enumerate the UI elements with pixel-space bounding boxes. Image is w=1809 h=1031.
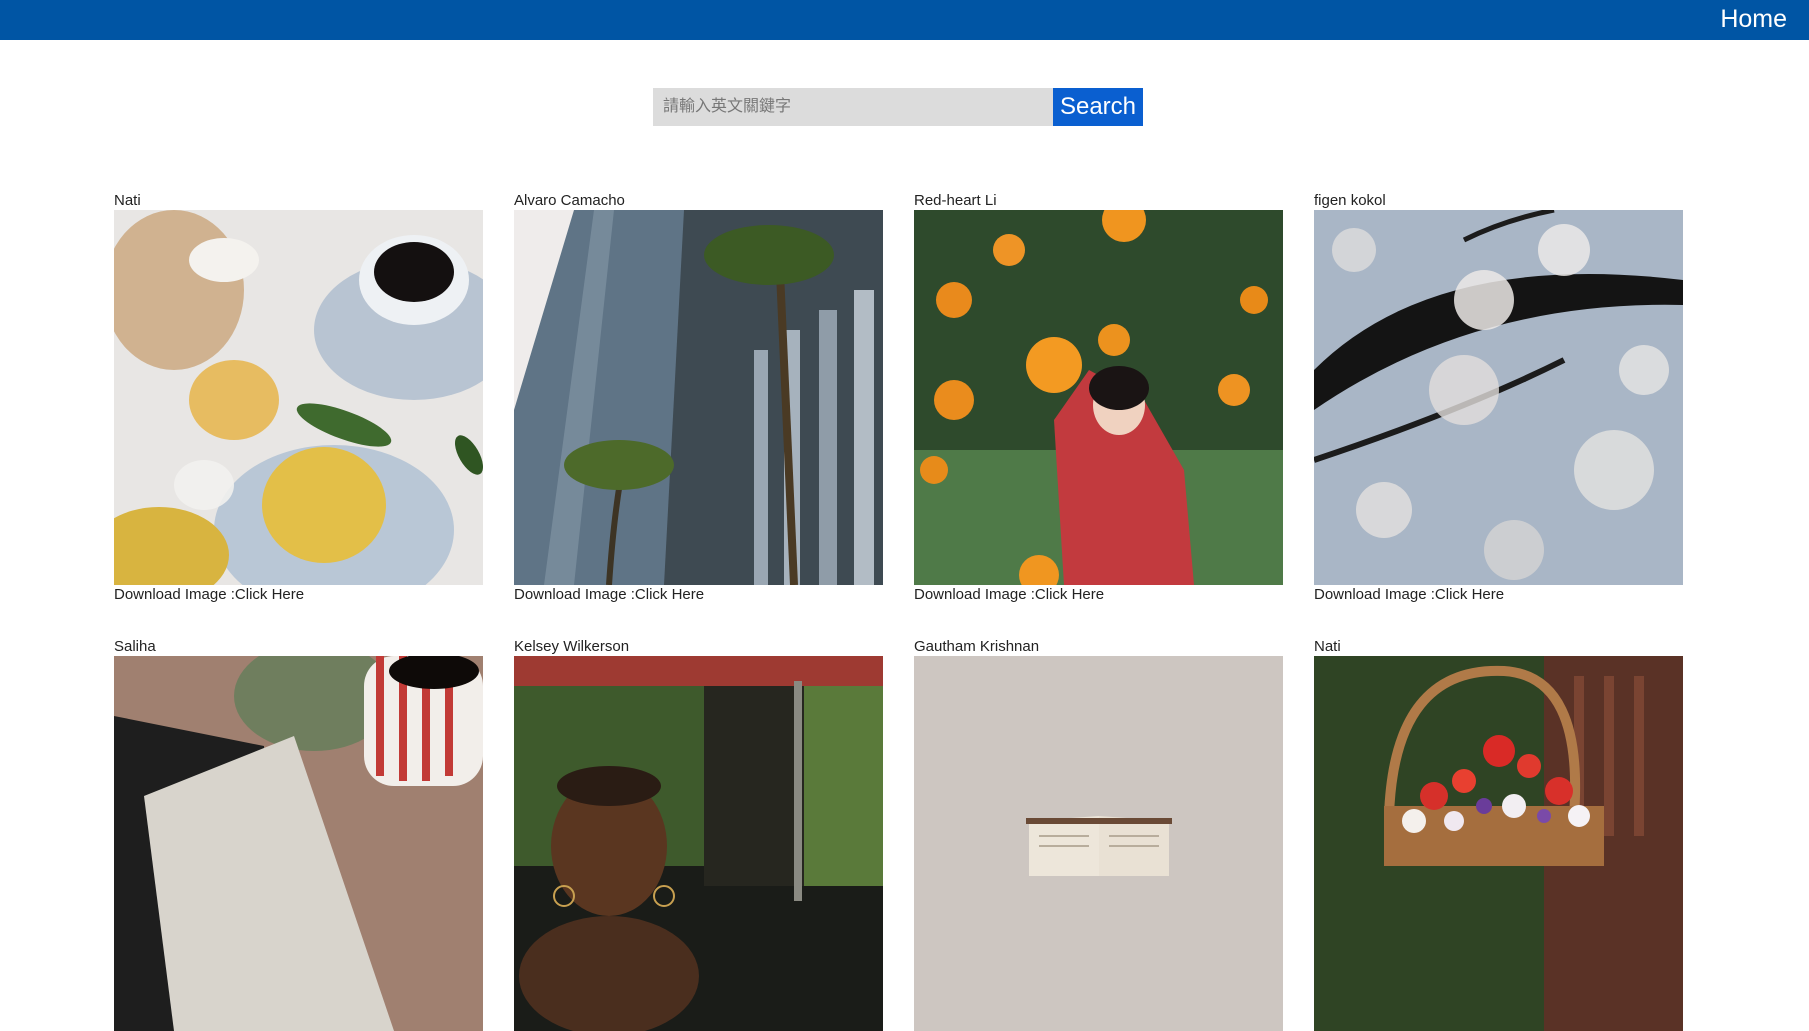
photo-image[interactable]: [1314, 656, 1683, 1031]
photo-card: Nati Download Image :Click Here: [114, 191, 483, 605]
photo-card: Nati: [1314, 637, 1683, 1031]
photo-card: Saliha: [114, 637, 483, 1031]
photo-author: Nati: [1314, 638, 1341, 655]
photo-card: Kelsey Wilkerson: [514, 637, 883, 1031]
photo-image[interactable]: [514, 210, 883, 585]
download-row: Download Image :Click Here: [914, 585, 1283, 605]
search-button[interactable]: Search: [1053, 88, 1143, 126]
photo-card: figen kokol Download Image :Click Here: [1314, 191, 1683, 605]
download-label: Download Image :: [114, 586, 235, 603]
photo-image[interactable]: [914, 210, 1283, 585]
photo-author: Kelsey Wilkerson: [514, 638, 630, 655]
search-input[interactable]: [653, 88, 1053, 126]
photo-author: Alvaro Camacho: [514, 192, 625, 209]
photo-image[interactable]: [1314, 210, 1683, 585]
download-row: Download Image :Click Here: [1314, 585, 1683, 605]
download-link[interactable]: Click Here: [235, 586, 304, 603]
home-link[interactable]: Home: [1720, 4, 1787, 34]
download-label: Download Image :: [914, 586, 1035, 603]
photo-author: Gautham Krishnan: [914, 638, 1040, 655]
top-nav-bar: Home: [0, 0, 1809, 40]
photo-author: Nati: [114, 192, 141, 209]
photo-author: figen kokol: [1314, 192, 1386, 209]
photo-image[interactable]: [114, 210, 483, 585]
photo-card: Alvaro Camacho Download Image :Click Her…: [514, 191, 883, 605]
photo-card: Red-heart Li Download Image :Click Here: [914, 191, 1283, 605]
photo-image[interactable]: [514, 656, 883, 1031]
download-label: Download Image :: [1314, 586, 1435, 603]
download-link[interactable]: Click Here: [1035, 586, 1104, 603]
photo-image[interactable]: [914, 656, 1283, 1031]
download-label: Download Image :: [514, 586, 635, 603]
search-form: Search: [653, 88, 1143, 126]
photo-author: Red-heart Li: [914, 192, 997, 209]
download-row: Download Image :Click Here: [114, 585, 483, 605]
photo-image[interactable]: [114, 656, 483, 1031]
download-link[interactable]: Click Here: [635, 586, 704, 603]
download-link[interactable]: Click Here: [1435, 586, 1504, 603]
photo-card: Gautham Krishnan: [914, 637, 1283, 1031]
download-row: Download Image :Click Here: [514, 585, 883, 605]
photo-author: Saliha: [114, 638, 156, 655]
